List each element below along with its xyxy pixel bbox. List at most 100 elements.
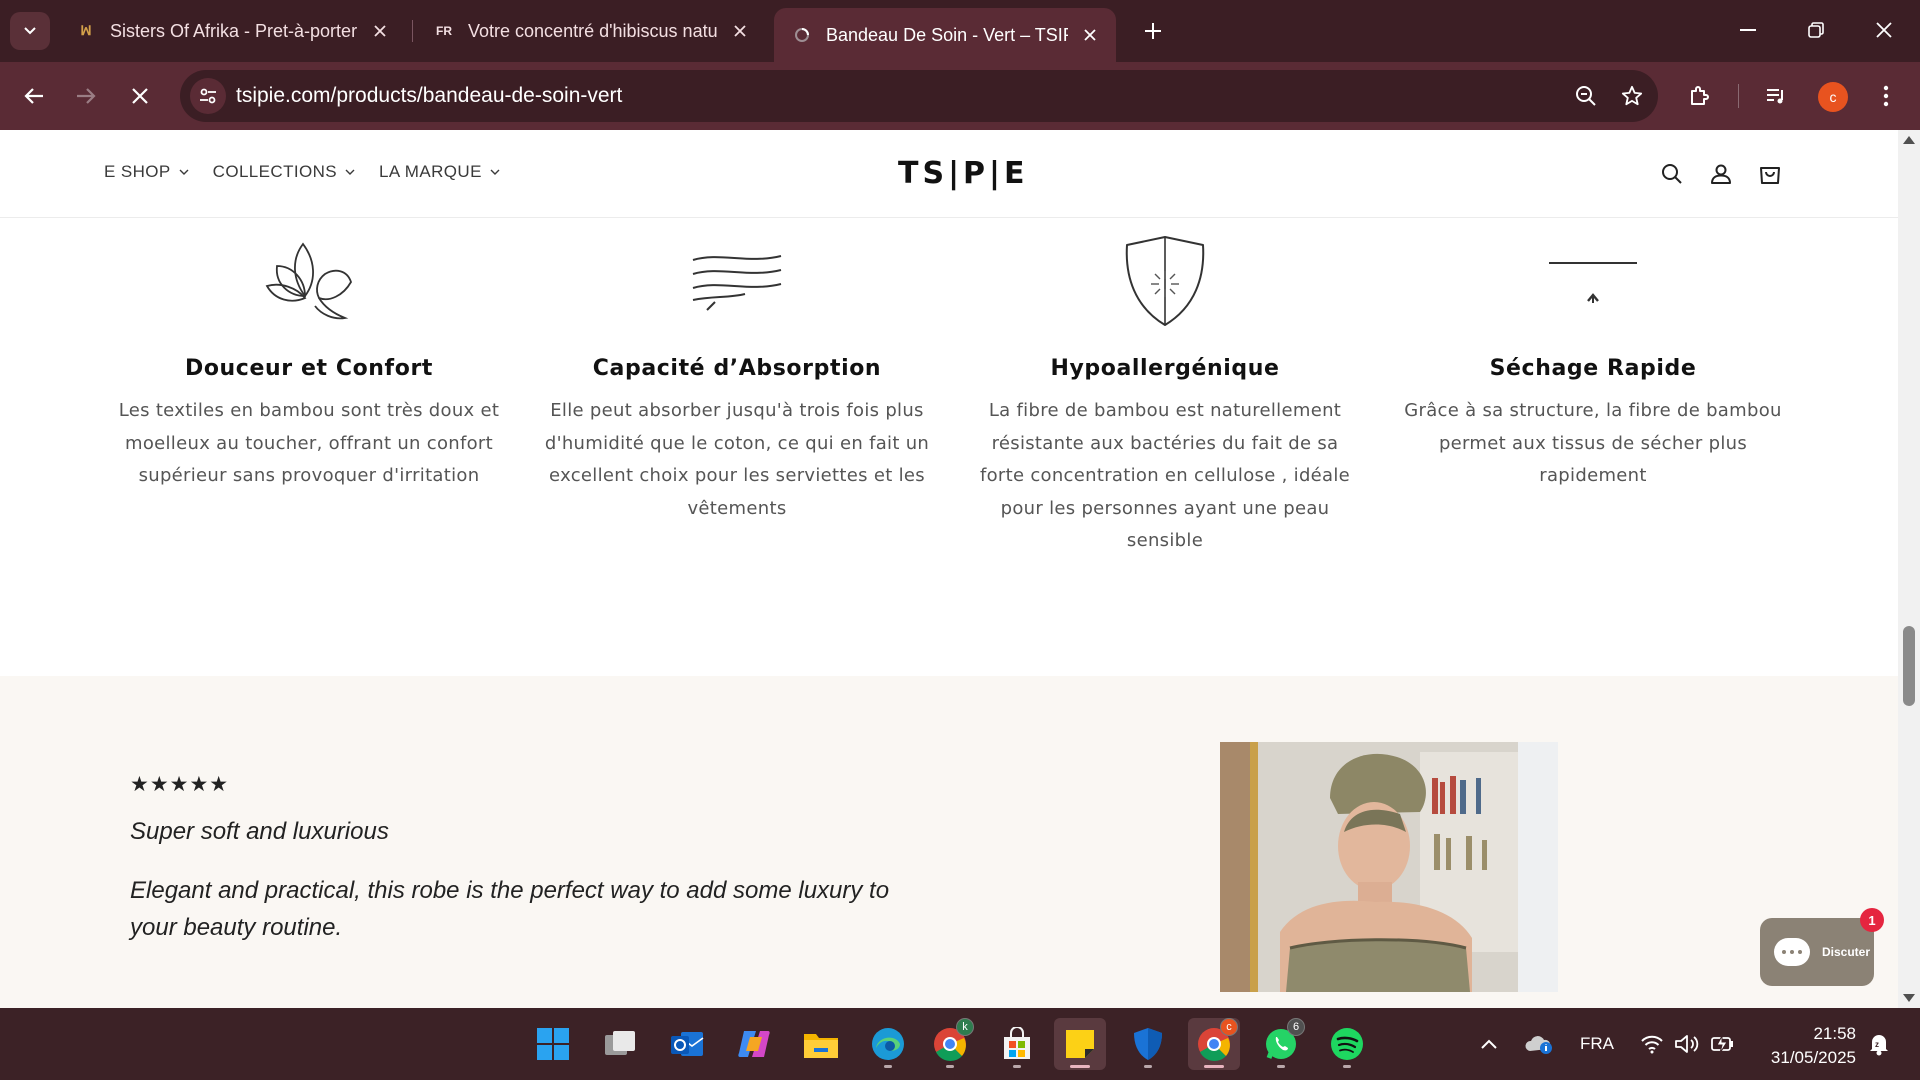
windows-logo-icon [537,1028,569,1060]
taskbar-sticky-notes[interactable] [1054,1018,1106,1070]
plus-icon [1145,23,1161,39]
stop-loading-button[interactable] [120,76,160,116]
security-shield-icon [1134,1028,1162,1060]
scroll-down-arrow-icon[interactable] [1903,994,1915,1002]
minimize-icon [1740,29,1756,31]
cart-button[interactable] [1754,158,1786,190]
taskbar-defender[interactable] [1122,1018,1174,1070]
tab-search-button[interactable] [10,12,50,50]
feature-hypoallergenic: Hypoallergénique La fibre de bambou est … [951,226,1379,558]
chat-widget-button[interactable]: Discuter 1 [1760,908,1884,986]
shield-icon [951,226,1379,336]
system-clock[interactable]: 21:58 31/05/2025 [1760,1022,1856,1070]
testimonial-photo [1220,742,1558,992]
clock-time: 21:58 [1813,1024,1856,1043]
restore-button[interactable] [1786,8,1846,52]
feature-title: Hypoallergénique [1050,356,1280,381]
tab-sisters-of-afrika[interactable]: ꟽ Sisters Of Afrika - Pret-à-porter [58,8,406,54]
task-view-icon [605,1031,635,1055]
feature-description: Elle peut absorber jusqu'à trois fois pl… [544,400,930,519]
close-window-button[interactable] [1854,8,1914,52]
account-button[interactable] [1705,158,1737,190]
site-header: E SHOP COLLECTIONS LA MARQUE TS|P|E [0,130,1898,218]
tray-battery[interactable] [1710,1008,1736,1080]
back-button[interactable] [14,76,54,116]
page-scrollbar[interactable] [1898,130,1920,1008]
store-icon [1004,1027,1030,1059]
url-text[interactable]: tsipie.com/products/bandeau-de-soin-vert [236,84,622,108]
chat-bubble-icon [1774,938,1810,966]
nav-la-marque[interactable]: LA MARQUE [379,162,500,182]
tab-separator [412,20,413,42]
taskbar-microsoft-store[interactable] [991,1018,1043,1070]
site-info-button[interactable] [190,78,226,114]
address-bar[interactable]: tsipie.com/products/bandeau-de-soin-vert [180,70,1658,122]
bookmark-button[interactable] [1616,80,1648,112]
taskbar-outlook[interactable] [661,1018,713,1070]
chevron-down-icon [24,27,36,35]
testimonial-section: ★★★★★ Super soft and luxurious Elegant a… [0,676,1898,1008]
notification-center-button[interactable]: z [1868,1008,1890,1080]
taskbar-whatsapp[interactable]: 6 [1255,1018,1307,1070]
wifi-icon [1641,1035,1663,1054]
tray-volume[interactable] [1674,1008,1700,1080]
copilot-icon [738,1031,770,1057]
clock-date: 31/05/2025 [1770,1048,1856,1067]
sisters-logo-icon: ꟽ [80,23,92,38]
more-vert-icon [1883,85,1889,107]
minimize-button[interactable] [1718,8,1778,52]
extensions-button[interactable] [1680,76,1720,116]
zoom-icon [1576,86,1596,106]
taskbar-file-explorer[interactable] [795,1018,847,1070]
start-button[interactable] [527,1018,579,1070]
puzzle-icon [1691,86,1709,105]
task-view-button[interactable] [594,1018,646,1070]
lotus-icon [95,226,523,336]
zoom-button[interactable] [1570,80,1602,112]
nav-collections[interactable]: COLLECTIONS [213,162,355,182]
sticky-notes-icon [1066,1030,1094,1058]
folder-icon [804,1034,838,1058]
taskbar-edge[interactable] [862,1018,914,1070]
forward-button[interactable] [66,76,106,116]
chat-label: Discuter [1822,945,1871,959]
scroll-up-arrow-icon[interactable] [1903,136,1915,144]
tune-icon [200,88,216,104]
new-tab-button[interactable] [1136,14,1170,48]
playlist-icon [1767,89,1783,104]
media-controls-button[interactable] [1756,76,1796,116]
feature-description: Grâce à sa structure, la fibre de bambou… [1404,400,1782,486]
close-tab-icon[interactable] [368,19,392,43]
taskbar-chrome-profile-k[interactable]: k [924,1018,976,1070]
svg-text:z: z [1875,1040,1879,1049]
close-tab-icon[interactable] [1078,23,1102,47]
fr-site-icon: FR [436,24,452,38]
tab-hibiscus[interactable]: FR Votre concentré d'hibiscus natu [416,8,766,54]
close-icon [132,88,148,104]
profile-avatar[interactable]: c [1818,82,1848,112]
page-viewport: E SHOP COLLECTIONS LA MARQUE TS|P|E Douc… [0,130,1898,1008]
feature-title: Douceur et Confort [184,356,434,381]
cloud-info-icon [1525,1036,1552,1054]
search-button[interactable] [1656,158,1688,190]
restore-icon [1808,22,1824,38]
scrollbar-thumb[interactable] [1903,626,1915,706]
site-logo[interactable]: TS|P|E [898,156,1028,191]
spotify-icon [1331,1028,1363,1060]
tab-bandeau-de-soin[interactable]: Bandeau De Soin - Vert – TSIPIE [774,8,1116,62]
chevron-down-icon [179,167,189,177]
browser-menu-button[interactable] [1866,76,1906,116]
whatsapp-badge: 6 [1287,1018,1305,1036]
tray-onedrive[interactable] [1524,1008,1554,1080]
cart-icon [1760,167,1780,184]
nav-eshop[interactable]: E SHOP [104,162,189,182]
close-tab-icon[interactable] [728,19,752,43]
feature-description: La fibre de bambou est naturellement rés… [979,400,1351,551]
taskbar-chrome-profile-c[interactable]: c [1188,1018,1240,1070]
taskbar-spotify[interactable] [1321,1018,1373,1070]
tray-overflow-button[interactable] [1480,1008,1498,1080]
tray-wifi[interactable] [1640,1008,1664,1080]
taskbar-copilot[interactable] [728,1018,780,1070]
waves-icon [523,226,951,336]
language-indicator[interactable]: FRA [1580,1008,1614,1080]
